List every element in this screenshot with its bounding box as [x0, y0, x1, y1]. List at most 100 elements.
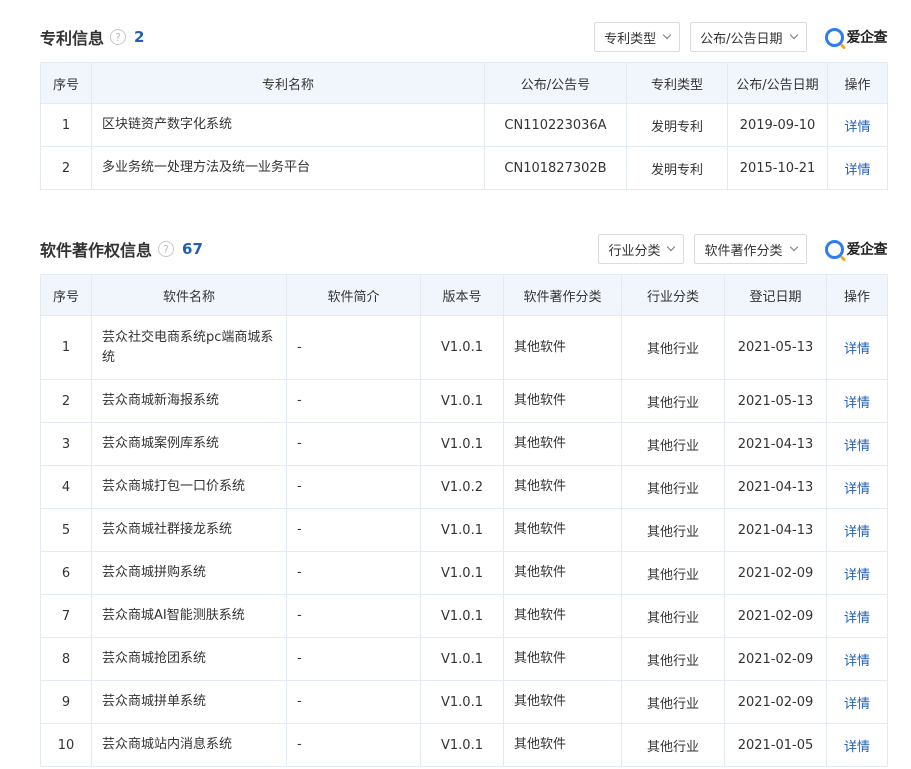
detail-link[interactable]: 详情	[844, 396, 870, 411]
table-row: 6 芸众商城拼购系统 - V1.0.1 其他软件 其他行业 2021-02-09 详情	[40, 551, 888, 595]
table-row: 7 芸众商城AI智能测肤系统 - V1.0.1 其他软件 其他行业 2021-02-09 详情	[40, 594, 888, 638]
registration-date: 2021-04-13	[724, 508, 827, 552]
software-category: 其他软件	[503, 723, 622, 767]
column-header: 操作	[827, 62, 888, 104]
patent-type-filter[interactable]: 专利类型	[594, 22, 681, 52]
patent-type-filter-label: 专利类型	[604, 31, 657, 47]
action-cell: 详情	[826, 594, 888, 638]
table-row: 4 芸众商城打包一口价系统 - V1.0.2 其他软件 其他行业 2021-04-13 详情	[40, 465, 888, 509]
action-cell: 详情	[826, 422, 888, 466]
chevron-down-icon	[662, 30, 672, 40]
registration-date: 2021-02-09	[724, 637, 827, 681]
table-row: 2 多业务统一处理方法及统一业务平台 CN101827302B 发明专利 201…	[40, 146, 888, 190]
action-cell: 详情	[826, 637, 888, 681]
software-category-filter-label: 软件著作分类	[704, 243, 783, 259]
row-index: 5	[40, 508, 92, 552]
column-header: 序号	[40, 274, 92, 316]
action-cell: 详情	[827, 146, 888, 190]
detail-link[interactable]: 详情	[844, 120, 870, 135]
row-index: 1	[40, 315, 92, 380]
software-section-header: 软件著作权信息 ? 67 行业分类 软件著作分类 爱企查	[40, 231, 887, 267]
table-row: 9 芸众商城拼单系统 - V1.0.1 其他软件 其他行业 2021-02-09 详情	[40, 680, 888, 724]
software-intro: -	[286, 508, 421, 552]
software-version: V1.0.1	[420, 594, 504, 638]
detail-link[interactable]: 详情	[844, 439, 870, 454]
patent-type: 发明专利	[626, 103, 728, 147]
software-category: 其他软件	[503, 315, 622, 380]
table-row: 8 芸众商城抢团系统 - V1.0.1 其他软件 其他行业 2021-02-09 详情	[40, 637, 888, 681]
patent-name: 多业务统一处理方法及统一业务平台	[91, 146, 485, 190]
patent-section-header: 专利信息 ? 2 专利类型 公布/公告日期 爱企查	[40, 19, 887, 55]
software-version: V1.0.1	[420, 723, 504, 767]
software-category-filter[interactable]: 软件著作分类	[694, 234, 807, 264]
software-version: V1.0.1	[420, 508, 504, 552]
detail-link[interactable]: 详情	[844, 163, 870, 178]
software-section-title: 软件著作权信息	[40, 241, 153, 260]
software-industry: 其他行业	[621, 551, 725, 595]
software-intro: -	[286, 594, 421, 638]
detail-link[interactable]: 详情	[844, 525, 870, 540]
action-cell: 详情	[826, 465, 888, 509]
patent-date-filter-label: 公布/公告日期	[700, 31, 783, 47]
detail-link[interactable]: 详情	[844, 482, 870, 497]
patent-name: 区块链资产数字化系统	[91, 103, 485, 147]
table-row: 1 区块链资产数字化系统 CN110223036A 发明专利 2019-09-1…	[40, 103, 888, 147]
software-name: 芸众商城打包一口价系统	[91, 465, 287, 509]
software-category: 其他软件	[503, 379, 622, 423]
column-header: 软件简介	[286, 274, 421, 316]
detail-link[interactable]: 详情	[844, 740, 870, 755]
table-header-row: 序号 专利名称 公布/公告号 专利类型 公布/公告日期 操作	[40, 62, 888, 104]
table-row: 5 芸众商城社群接龙系统 - V1.0.1 其他软件 其他行业 2021-04-13 详情	[40, 508, 888, 552]
row-index: 4	[40, 465, 92, 509]
table-row: 10 芸众商城站内消息系统 - V1.0.1 其他软件 其他行业 2021-01-05 详情	[40, 723, 888, 767]
software-version: V1.0.1	[420, 637, 504, 681]
patent-date: 2015-10-21	[727, 146, 828, 190]
software-name: 芸众社交电商系统pc端商城系统	[91, 315, 287, 380]
software-table: 序号 软件名称 软件简介 版本号 软件著作分类 行业分类 登记日期 操作 1 芸众…	[40, 274, 888, 767]
registration-date: 2021-02-09	[724, 680, 827, 724]
detail-link[interactable]: 详情	[844, 654, 870, 669]
row-index: 2	[40, 146, 92, 190]
column-header: 软件名称	[91, 274, 287, 316]
patent-count: 2	[134, 28, 145, 46]
detail-link[interactable]: 详情	[844, 342, 870, 357]
software-intro: -	[286, 379, 421, 423]
column-header: 专利名称	[91, 62, 485, 104]
software-category: 其他软件	[503, 422, 622, 466]
software-industry: 其他行业	[621, 422, 725, 466]
registration-date: 2021-04-13	[724, 422, 827, 466]
column-header: 公布/公告日期	[727, 62, 828, 104]
industry-filter-label: 行业分类	[608, 243, 661, 259]
aiqicha-brand[interactable]: 爱企查	[824, 239, 888, 259]
software-version: V1.0.1	[420, 680, 504, 724]
column-header: 操作	[826, 274, 888, 316]
software-intro: -	[286, 465, 421, 509]
question-circle-icon[interactable]: ?	[110, 29, 127, 45]
industry-filter[interactable]: 行业分类	[598, 234, 685, 264]
software-industry: 其他行业	[621, 680, 725, 724]
software-version: V1.0.1	[420, 422, 504, 466]
question-circle-icon[interactable]: ?	[158, 241, 175, 257]
software-intro: -	[286, 551, 421, 595]
software-industry: 其他行业	[621, 315, 725, 380]
software-category: 其他软件	[503, 465, 622, 509]
patent-date-filter[interactable]: 公布/公告日期	[690, 22, 807, 52]
brand-name: 爱企查	[846, 242, 888, 258]
software-name: 芸众商城拼购系统	[91, 551, 287, 595]
chevron-down-icon	[789, 30, 798, 40]
software-version: V1.0.1	[420, 551, 504, 595]
software-intro: -	[286, 315, 421, 380]
software-category: 其他软件	[503, 680, 622, 724]
action-cell: 详情	[826, 551, 888, 595]
detail-link[interactable]: 详情	[844, 697, 870, 712]
detail-link[interactable]: 详情	[844, 611, 870, 626]
aiqicha-logo-icon	[824, 27, 844, 47]
detail-link[interactable]: 详情	[844, 568, 870, 583]
software-industry: 其他行业	[621, 379, 725, 423]
software-intro: -	[286, 422, 421, 466]
patent-date: 2019-09-10	[727, 103, 828, 147]
software-category: 其他软件	[503, 594, 622, 638]
aiqicha-brand[interactable]: 爱企查	[824, 27, 887, 47]
row-index: 3	[40, 422, 92, 466]
column-header: 专利类型	[626, 62, 728, 104]
